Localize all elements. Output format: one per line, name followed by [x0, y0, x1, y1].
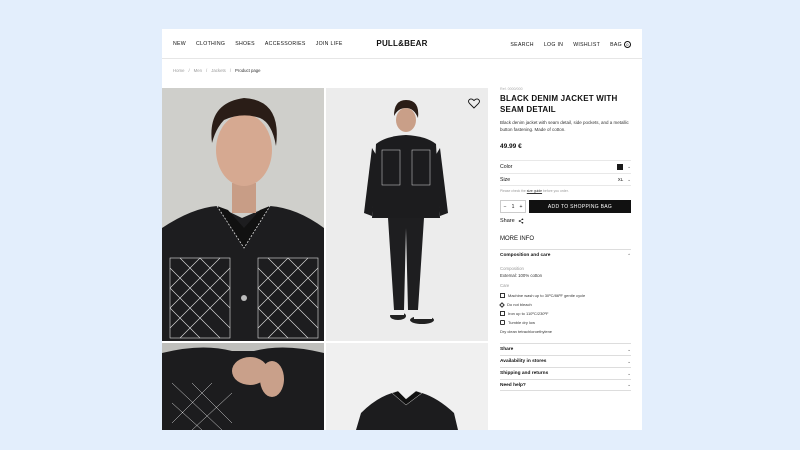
breadcrumb-current: Product page: [235, 68, 261, 73]
size-label: Size: [500, 176, 511, 183]
washing-icon: [500, 293, 505, 298]
heart-icon: [468, 98, 480, 109]
care-subheading: Care: [500, 283, 510, 288]
size-hint: Please check the size guide before you o…: [500, 189, 631, 193]
breadcrumb-separator: /: [206, 68, 208, 73]
tumble-dry-icon: [500, 320, 505, 325]
size-hint-prefix: Please check the: [500, 189, 526, 193]
product-reference: Ref. 0000/000: [500, 87, 523, 91]
quantity-increase-button[interactable]: +: [520, 204, 523, 210]
breadcrumb-separator: /: [229, 68, 232, 73]
jacket-detail-illustration: [162, 343, 324, 430]
help-section-title: Need help?: [500, 382, 526, 388]
care-item: Machine wash up to 30ºC/86ºF gentle cycl…: [500, 291, 631, 300]
availability-section-title: Availability in stores: [500, 359, 547, 364]
breadcrumb-men[interactable]: Men: [194, 68, 202, 73]
user-nav: SEARCH LOG IN WISHLIST BAG 0: [510, 41, 631, 48]
add-to-shopping-bag-button[interactable]: ADD TO SHOPPING BAG: [529, 200, 631, 213]
care-item-text: Tumble dry low: [508, 320, 535, 325]
product-info-panel: Ref. 0000/000 BLACK DENIM JACKET WITH SE…: [499, 87, 631, 391]
share-section-title: Share: [500, 347, 514, 352]
product-image-detail-collar[interactable]: [162, 343, 324, 430]
bag-label: BAG: [610, 42, 622, 48]
product-title: BLACK DENIM JACKET WITH SEAM DETAIL: [500, 94, 618, 114]
product-image-flat-lay[interactable]: [326, 343, 488, 430]
quantity-value[interactable]: 1: [512, 204, 515, 210]
jacket-flat-illustration: [326, 343, 488, 430]
product-image-front-closeup[interactable]: [162, 88, 324, 341]
product-image-full-body[interactable]: [326, 88, 488, 341]
login-link[interactable]: LOG IN: [544, 42, 563, 48]
breadcrumb: Home / Men / Jackets / Product page: [173, 68, 261, 73]
header: NEW CLOTHING SHOES ACCESSORIES JOIN LIFE…: [162, 29, 642, 59]
more-info-heading: MORE INFO: [500, 236, 534, 242]
care-item: Tumble dry low: [500, 318, 631, 327]
model-full-body-illustration: [326, 88, 488, 341]
care-list: Machine wash up to 30ºC/86ºF gentle cycl…: [499, 291, 631, 336]
wishlist-link[interactable]: WISHLIST: [573, 42, 600, 48]
color-swatch: [617, 164, 624, 170]
shipping-section-toggle[interactable]: Shipping and returns ⌄: [500, 367, 631, 379]
care-item: Do not bleach: [499, 300, 631, 309]
search-link[interactable]: SEARCH: [510, 42, 533, 48]
composition-care-toggle[interactable]: Composition and care ⌃: [500, 249, 631, 261]
chevron-down-icon: ⌄: [627, 370, 631, 376]
chevron-down-icon: ⌄: [627, 382, 631, 387]
composition-care-title: Composition and care: [500, 253, 551, 258]
care-item-text: Iron up to 110ºC/230ºF: [508, 311, 549, 316]
help-section-toggle[interactable]: Need help? ⌄: [500, 379, 631, 391]
composition-subheading: Composition: [500, 266, 524, 271]
share-button[interactable]: Share: [500, 218, 631, 224]
breadcrumb-separator: /: [188, 68, 190, 73]
product-page: NEW CLOTHING SHOES ACCESSORIES JOIN LIFE…: [162, 29, 642, 430]
care-item-text: Do not bleach: [507, 302, 532, 307]
bag-count-badge: 0: [624, 41, 631, 48]
add-to-bag-row: − 1 + ADD TO SHOPPING BAG: [500, 200, 631, 213]
quantity-decrease-button[interactable]: −: [504, 204, 507, 210]
no-bleach-icon: [499, 301, 505, 308]
share-label: Share: [500, 218, 515, 224]
chevron-down-icon: ⌄: [627, 164, 631, 169]
care-item-text: Dry clean tetrachloroethylene: [500, 329, 553, 334]
color-label: Color: [500, 164, 513, 170]
color-selector[interactable]: Color ⌄: [500, 160, 631, 173]
model-portrait-illustration: [162, 88, 324, 341]
info-accordion-list: Share ⌄ Availability in stores ⌄ Shippin…: [500, 343, 631, 391]
size-guide-link[interactable]: size guide: [527, 189, 542, 193]
chevron-down-icon: ⌄: [627, 176, 631, 182]
shipping-section-title: Shipping and returns: [500, 371, 549, 376]
share-section-toggle[interactable]: Share ⌄: [500, 343, 631, 355]
care-item: Iron up to 110ºC/230ºF: [500, 309, 631, 318]
care-item: Dry clean tetrachloroethylene: [500, 327, 631, 336]
size-selector[interactable]: Size XL ⌄: [500, 173, 631, 186]
chevron-up-icon: ⌃: [627, 252, 631, 258]
bag-link[interactable]: BAG 0: [610, 41, 631, 48]
quantity-stepper: − 1 +: [500, 200, 526, 213]
chevron-down-icon: ⌄: [627, 358, 631, 364]
product-description: Black denim jacket with seam detail, sid…: [500, 120, 629, 132]
chevron-down-icon: ⌄: [627, 346, 631, 352]
composition-value: External: 100% cotton: [500, 273, 543, 278]
add-to-wishlist-button[interactable]: [468, 96, 480, 109]
breadcrumb-home[interactable]: Home: [173, 68, 184, 73]
care-item-text: Machine wash up to 30ºC/86ºF gentle cycl…: [508, 293, 586, 298]
size-value: XL: [617, 177, 624, 182]
iron-icon: [500, 311, 505, 316]
share-icon: [518, 218, 523, 224]
product-price: 49.99 €: [500, 143, 522, 150]
availability-section-toggle[interactable]: Availability in stores ⌄: [500, 355, 631, 367]
breadcrumb-jackets[interactable]: Jackets: [211, 68, 226, 73]
size-hint-suffix: before you order.: [543, 189, 569, 193]
